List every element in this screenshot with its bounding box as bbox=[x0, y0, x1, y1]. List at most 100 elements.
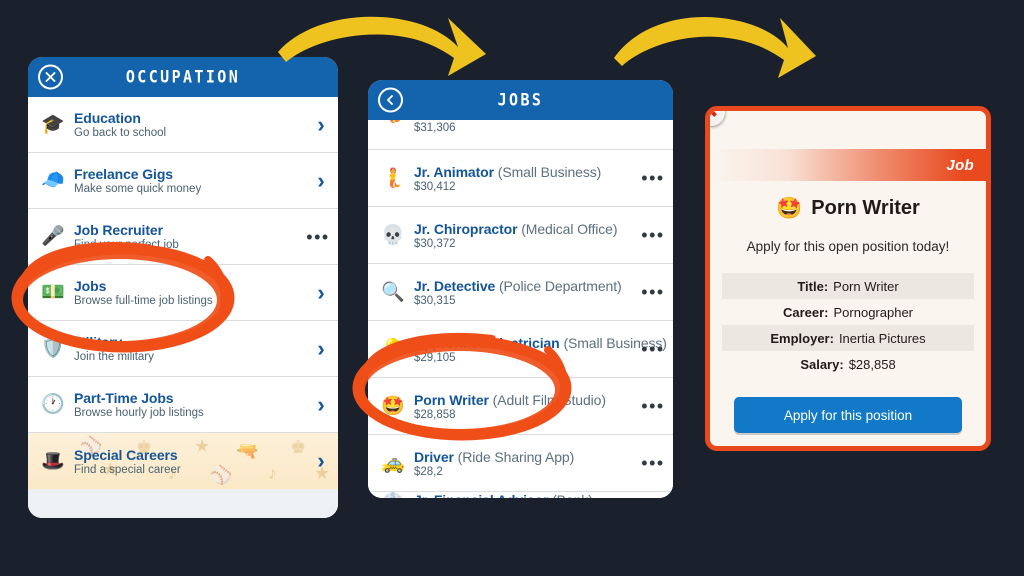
list-item-salary: $31,306 bbox=[414, 122, 456, 134]
list-item-title: Special Careers bbox=[74, 446, 178, 463]
field-label: Salary: bbox=[800, 356, 844, 372]
more-options-icon[interactable]: ••• bbox=[633, 397, 673, 415]
field-value: Pornographer bbox=[833, 304, 914, 320]
list-item-jr-animator[interactable]: 🧜 Jr. Animator (Small Business) $30,412 … bbox=[368, 150, 673, 207]
clock-icon: 🕐 bbox=[41, 394, 65, 415]
sidebar-item-jobs[interactable]: 💵 Jobs Browse full-time job listings › bbox=[28, 265, 338, 321]
job-employer: (Police Department) bbox=[499, 277, 622, 294]
close-icon[interactable] bbox=[38, 64, 63, 90]
star-struck-icon: 🤩 bbox=[381, 395, 405, 417]
job-detail-subtitle: Apply for this open position today! bbox=[746, 239, 950, 254]
shield-icon: 🛡️ bbox=[41, 338, 65, 359]
job-title: Jr. Detective bbox=[414, 277, 496, 294]
apply-button[interactable]: Apply for this position bbox=[734, 397, 962, 433]
job-title: Porn Writer bbox=[414, 391, 489, 408]
list-item-salary: $30,412 bbox=[414, 180, 456, 193]
job-detail-heading: 🤩 Porn Writer bbox=[710, 197, 986, 220]
job-title: Driver bbox=[414, 448, 454, 465]
field-value: Porn Writer bbox=[833, 278, 899, 294]
list-item[interactable]: 🧜 $31,306 ••• bbox=[368, 120, 673, 150]
list-item-apprentice-electrician[interactable]: 💡 Apprentice Electrician (Small Business… bbox=[368, 321, 673, 378]
job-detail-fields: Title: Porn Writer Career: Pornographer … bbox=[722, 273, 974, 377]
chevron-right-icon[interactable]: › bbox=[304, 281, 338, 304]
list-item-salary: $30,372 bbox=[414, 237, 456, 250]
list-item-subtitle: Make some quick money bbox=[74, 183, 202, 195]
job-employer: (Bank) bbox=[552, 492, 593, 498]
more-options-icon[interactable]: ••• bbox=[298, 228, 338, 246]
list-item-subtitle: Join the military bbox=[74, 351, 154, 363]
list-item-jr-financial-advisor[interactable]: 🏦 Jr. Financial Advisor (Bank) ••• bbox=[368, 492, 673, 498]
list-item-title: Jr. Financial Advisor (Bank) bbox=[414, 492, 629, 498]
list-item-title: Freelance Gigs bbox=[74, 166, 173, 182]
occupation-footer bbox=[28, 489, 338, 518]
field-employer: Employer: Inertia Pictures bbox=[722, 325, 974, 351]
page-title: OCCUPATION bbox=[125, 66, 241, 88]
list-item-subtitle: Browse hourly job listings bbox=[74, 407, 204, 419]
sidebar-item-special-careers[interactable]: ★ ♚ ♪ ★ ⚾ 🔫 ♪ ♚ ★ ⚾ 🎩 Special Careers Fi… bbox=[28, 433, 338, 489]
list-item-salary: $28,858 bbox=[414, 408, 456, 421]
job-detail-panel: Job 🤩 Porn Writer Apply for this open po… bbox=[705, 106, 991, 451]
screenshot-root: OCCUPATION 🎓 Education Go back to school… bbox=[0, 0, 1024, 576]
status-badge: Job bbox=[946, 156, 974, 174]
more-options-icon[interactable]: ••• bbox=[633, 454, 673, 472]
page-title: JOBS bbox=[497, 89, 544, 111]
chevron-right-icon[interactable]: › bbox=[304, 113, 338, 136]
job-title: Jr. Chiropractor bbox=[414, 220, 518, 237]
list-item-driver[interactable]: 🚕 Driver (Ride Sharing App) $28,2 ••• bbox=[368, 435, 673, 492]
chevron-right-icon[interactable]: › bbox=[304, 450, 338, 472]
field-value: $28,858 bbox=[848, 356, 896, 372]
chevron-left-icon[interactable] bbox=[378, 87, 403, 113]
money-icon: 💵 bbox=[41, 282, 65, 303]
more-options-icon[interactable]: ••• bbox=[633, 340, 673, 358]
chevron-right-icon[interactable]: › bbox=[304, 337, 338, 360]
job-employer: (Ride Sharing App) bbox=[457, 448, 575, 465]
list-item-title: Driver (Ride Sharing App) bbox=[414, 449, 629, 465]
jobs-panel: JOBS 🧜 $31,306 ••• 🧜 Jr. Animator (Sma bbox=[368, 80, 673, 498]
jobs-titlebar: JOBS bbox=[368, 80, 673, 120]
list-item-jr-detective[interactable]: 🔍 Jr. Detective (Police Department) $30,… bbox=[368, 264, 673, 321]
sidebar-item-job-recruiter[interactable]: 🎤 Job Recruiter Find your perfect job ••… bbox=[28, 209, 338, 265]
chevron-right-icon[interactable]: › bbox=[304, 169, 338, 192]
star-struck-icon: 🤩 bbox=[776, 197, 803, 220]
field-label: Career: bbox=[782, 304, 829, 320]
sidebar-item-part-time-jobs[interactable]: 🕐 Part-Time Jobs Browse hourly job listi… bbox=[28, 377, 338, 433]
sidebar-item-freelance-gigs[interactable]: 🧢 Freelance Gigs Make some quick money › bbox=[28, 153, 338, 209]
field-career: Career: Pornographer bbox=[722, 299, 974, 325]
list-item-title: Education bbox=[74, 110, 141, 126]
jobs-list: 🧜 $31,306 ••• 🧜 Jr. Animator (Small Busi… bbox=[368, 120, 673, 498]
top-hat-icon: 🎩 bbox=[41, 450, 65, 472]
list-item-title: Job Recruiter bbox=[74, 222, 163, 238]
job-title: Jr. Animator bbox=[414, 163, 494, 180]
field-label: Title: bbox=[797, 278, 829, 294]
list-item-porn-writer[interactable]: 🤩 Porn Writer (Adult Film Studio) $28,85… bbox=[368, 378, 673, 435]
sidebar-item-military[interactable]: 🛡️ Military Join the military › bbox=[28, 321, 338, 377]
magnifying-glass-icon: 🔍 bbox=[381, 281, 405, 303]
list-item-subtitle: Browse full-time job listings bbox=[74, 295, 213, 307]
list-item-title: Jr. Detective (Police Department) bbox=[414, 278, 629, 294]
job-detail-card: Job 🤩 Porn Writer Apply for this open po… bbox=[705, 106, 991, 451]
list-item-title: Jobs bbox=[74, 278, 107, 294]
chevron-right-icon[interactable]: › bbox=[304, 393, 338, 416]
merperson-icon: 🧜 bbox=[368, 120, 414, 123]
occupation-list: 🎓 Education Go back to school › 🧢 Freela… bbox=[28, 97, 338, 518]
bank-icon: 🏦 bbox=[368, 492, 414, 498]
field-value: Inertia Pictures bbox=[838, 330, 926, 346]
cap-icon: 🧢 bbox=[41, 170, 65, 191]
more-options-icon[interactable]: ••• bbox=[633, 169, 673, 187]
sidebar-item-education[interactable]: 🎓 Education Go back to school › bbox=[28, 97, 338, 153]
merperson-icon: 🧜 bbox=[381, 167, 405, 189]
more-options-icon[interactable]: ••• bbox=[633, 283, 673, 301]
list-item-subtitle: Go back to school bbox=[74, 127, 167, 139]
job-employer: (Small Business) bbox=[497, 163, 602, 180]
job-employer: (Adult Film Studio) bbox=[492, 391, 606, 408]
job-employer: (Medical Office) bbox=[521, 220, 618, 237]
list-item-jr-chiropractor[interactable]: 💀 Jr. Chiropractor (Medical Office) $30,… bbox=[368, 207, 673, 264]
microphone-icon: 🎤 bbox=[41, 226, 65, 247]
list-item-title: Jr. Chiropractor (Medical Office) bbox=[414, 221, 629, 237]
lightbulb-icon: 💡 bbox=[381, 338, 405, 360]
list-item-title: Apprentice Electrician (Small Business) bbox=[414, 335, 667, 351]
job-title: Jr. Financial Advisor bbox=[414, 492, 548, 498]
more-options-icon[interactable]: ••• bbox=[633, 226, 673, 244]
field-salary: Salary: $28,858 bbox=[722, 351, 974, 377]
close-icon[interactable]: ✖ bbox=[710, 111, 725, 126]
